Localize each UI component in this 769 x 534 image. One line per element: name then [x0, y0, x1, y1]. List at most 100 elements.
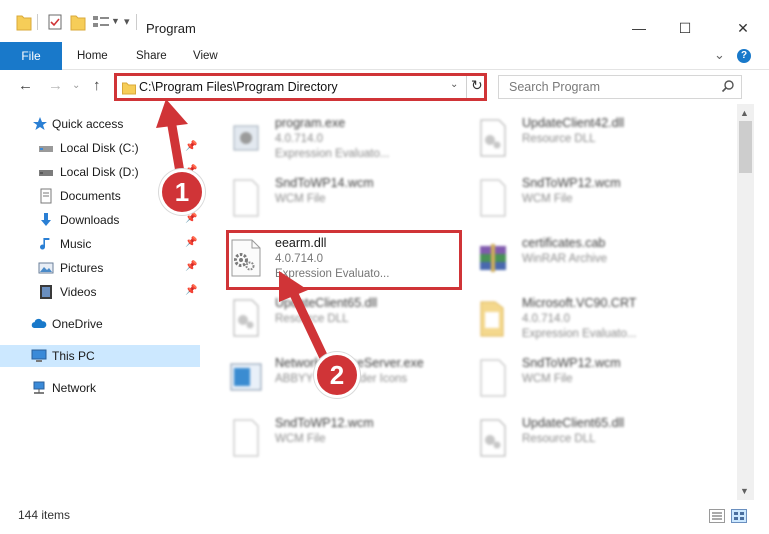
file-detail: Expression Evaluato...: [522, 328, 637, 340]
details-view-button[interactable]: [709, 509, 725, 523]
file-name: SndToWP12.wcm: [522, 176, 621, 190]
sidebar-item-quick-access[interactable]: Quick access: [0, 113, 200, 135]
sidebar-item-local-disk-c[interactable]: Local Disk (C:) 📌: [0, 137, 200, 159]
minimize-button[interactable]: —: [616, 14, 662, 42]
network-icon: [33, 381, 45, 394]
sidebar-item-label: Pictures: [60, 261, 104, 275]
sidebar-item-videos[interactable]: Videos 📌: [0, 281, 200, 303]
folder-icon[interactable]: [16, 13, 32, 31]
folder-icon: [480, 301, 504, 337]
tab-file[interactable]: File: [0, 42, 62, 70]
file-detail: Expression Evaluato...: [275, 148, 390, 160]
step-badge-1: 1: [159, 169, 205, 215]
app-window-icon: [230, 363, 262, 391]
music-icon: [40, 238, 50, 250]
properties-icon[interactable]: [47, 13, 63, 31]
sidebar-item-label: Quick access: [52, 117, 124, 131]
tab-view[interactable]: View: [193, 42, 218, 70]
address-bar[interactable]: C:\Program Files\Program Directory ⌄ ↻: [114, 73, 487, 101]
folder-icon: [122, 82, 136, 95]
quick-access-divider: [37, 14, 38, 30]
window-title: Program: [146, 21, 196, 36]
search-icon[interactable]: [721, 79, 735, 93]
customize-qa-icon[interactable]: ▾: [124, 15, 130, 33]
title-divider: [136, 14, 137, 30]
back-arrow-icon[interactable]: ←: [18, 77, 33, 94]
sidebar-item-music[interactable]: Music 📌: [0, 233, 200, 255]
scrollbar-thumb[interactable]: [739, 121, 752, 173]
file-name: SndToWP12.wcm: [275, 416, 374, 430]
pin-icon[interactable]: 📌: [185, 285, 197, 296]
sidebar-item-label: Downloads: [60, 213, 120, 227]
title-bar: ▼ ▾ Program — ☐ ✕: [0, 0, 769, 42]
expand-ribbon-icon[interactable]: ⌄: [714, 47, 725, 63]
scroll-down-icon[interactable]: ▼: [740, 486, 749, 496]
sidebar-item-label: Videos: [60, 285, 97, 299]
view-options-icon[interactable]: [92, 13, 110, 31]
sidebar-item-pictures[interactable]: Pictures 📌: [0, 257, 200, 279]
sidebar-item-network[interactable]: Network: [0, 377, 200, 399]
address-divider: [466, 76, 467, 98]
refresh-icon[interactable]: ↻: [471, 77, 483, 94]
file-name: program.exe: [275, 116, 346, 130]
chevron-down-icon[interactable]: ⌄: [450, 79, 458, 90]
navigation-bar: ← → ⌄ ↑ C:\Program Files\Program Directo…: [0, 71, 769, 103]
file-detail: WCM File: [522, 193, 573, 205]
sidebar-item-label: Music: [60, 237, 92, 251]
sidebar-item-this-pc[interactable]: This PC: [0, 345, 200, 367]
tab-home[interactable]: Home: [77, 42, 108, 70]
file-item[interactable]: SndToWP12.wcm WCM File: [200, 408, 450, 466]
search-placeholder: Search Program: [509, 80, 601, 94]
maximize-button[interactable]: ☐: [662, 14, 708, 42]
file-item[interactable]: certificates.cab WinRAR Archive: [447, 228, 697, 286]
close-button[interactable]: ✕: [720, 14, 766, 42]
drive-icon: [39, 170, 53, 176]
file-item[interactable]: UpdateClient65.dll Resource DLL: [200, 288, 450, 346]
file-item[interactable]: SndToWP12.wcm WCM File: [447, 348, 697, 406]
pin-icon[interactable]: 📌: [185, 141, 197, 152]
vertical-scrollbar[interactable]: ▲ ▼: [737, 104, 754, 500]
dll-icon: [233, 299, 259, 337]
download-icon: [41, 213, 51, 226]
maximize-icon: ☐: [678, 19, 692, 36]
file-item[interactable]: Microsoft.VC90.CRT 4.0.714.0 Expression …: [447, 288, 697, 346]
sidebar-item-label: OneDrive: [52, 317, 103, 331]
pin-icon[interactable]: 📌: [185, 213, 197, 224]
sidebar-item-onedrive[interactable]: OneDrive: [0, 313, 200, 335]
blank-file-icon: [480, 179, 506, 217]
file-detail: WCM File: [275, 433, 326, 445]
file-item[interactable]: program.exe 4.0.714.0 Expression Evaluat…: [200, 108, 450, 166]
dll-icon: [480, 119, 506, 157]
documents-icon: [40, 188, 52, 204]
file-item[interactable]: SndToWP12.wcm WCM File: [447, 168, 697, 226]
address-path[interactable]: C:\Program Files\Program Directory: [139, 80, 338, 94]
file-detail: Resource DLL: [522, 133, 596, 145]
qa-dropdown-icon[interactable]: ▼: [111, 16, 120, 34]
large-icons-view-icon: [734, 512, 744, 520]
file-detail: 4.0.714.0: [275, 133, 323, 145]
search-input[interactable]: Search Program: [498, 75, 742, 99]
pin-icon[interactable]: 📌: [185, 237, 197, 248]
file-name: UpdateClient65.dll: [522, 416, 625, 430]
minimize-icon: —: [632, 20, 646, 36]
forward-arrow-icon[interactable]: →: [48, 77, 63, 94]
file-item[interactable]: UpdateClient65.dll Resource DLL: [447, 408, 697, 466]
recent-locations-icon[interactable]: ⌄: [72, 80, 80, 91]
file-name: SndToWP14.wcm: [275, 176, 374, 190]
scroll-up-icon[interactable]: ▲: [740, 108, 749, 118]
up-arrow-icon[interactable]: ↑: [93, 77, 101, 94]
file-name: UpdateClient65.dll: [275, 296, 378, 310]
file-detail: WCM File: [522, 373, 573, 385]
help-icon[interactable]: ?: [737, 49, 751, 63]
details-view-icon: [712, 512, 722, 520]
videos-icon: [40, 285, 52, 299]
blank-file-icon: [233, 179, 259, 217]
sidebar-item-downloads[interactable]: Downloads 📌: [0, 209, 200, 231]
tab-share[interactable]: Share: [136, 42, 167, 70]
pin-icon[interactable]: 📌: [185, 261, 197, 272]
blank-file-icon: [233, 419, 259, 457]
large-icons-view-button[interactable]: [731, 509, 747, 523]
new-folder-icon[interactable]: [70, 13, 86, 31]
file-item[interactable]: SndToWP14.wcm WCM File: [200, 168, 450, 226]
file-item[interactable]: UpdateClient42.dll Resource DLL: [447, 108, 697, 166]
